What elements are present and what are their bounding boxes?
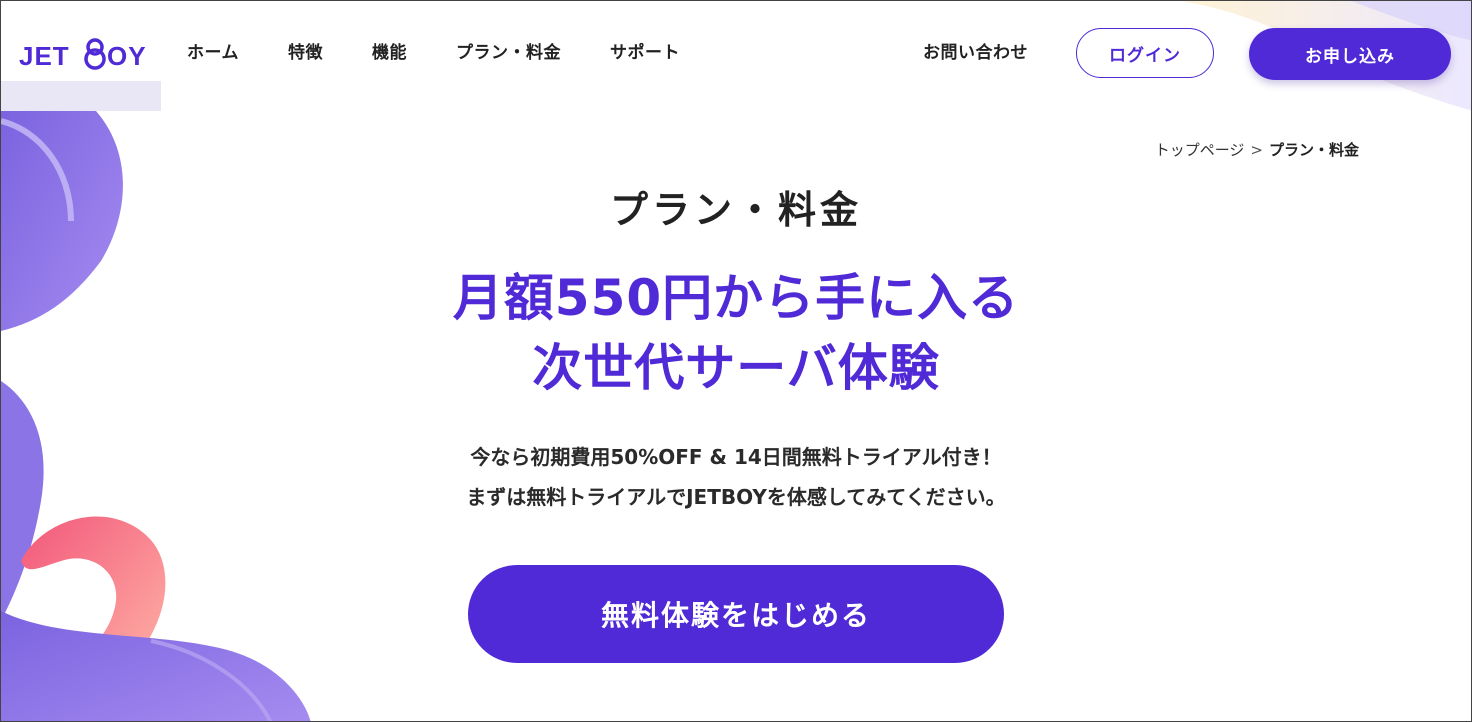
hero-headline-line1: 月額550円から手に入る xyxy=(452,269,1020,327)
apply-button[interactable]: お申し込み xyxy=(1249,28,1451,80)
login-button[interactable]: ログイン xyxy=(1076,28,1214,78)
jetboy-logo[interactable]: JET OY xyxy=(19,37,164,73)
hero-headline-line2: 次世代サーバ体験 xyxy=(532,339,940,397)
breadcrumb: トップページ > プラン・料金 xyxy=(1155,140,1359,160)
hero-headline: 月額550円から手に入る 次世代サーバ体験 xyxy=(1,263,1471,403)
nav-item-home[interactable]: ホーム xyxy=(187,41,239,65)
breadcrumb-home-link[interactable]: トップページ xyxy=(1155,141,1245,159)
site-header: JET OY ホーム 特徴 機能 プラン・料金 サポート お問い合わせ ログイン… xyxy=(1,1,1471,107)
nav-item-support[interactable]: サポート xyxy=(610,41,680,65)
nav-item-pricing[interactable]: プラン・料金 xyxy=(456,41,561,65)
svg-text:OY: OY xyxy=(107,41,147,71)
breadcrumb-separator: > xyxy=(1250,141,1263,159)
nav-item-features[interactable]: 特徴 xyxy=(288,41,323,65)
breadcrumb-current: プラン・料金 xyxy=(1268,141,1359,159)
contact-link[interactable]: お問い合わせ xyxy=(923,41,1028,65)
hero-subtext-line2: まずは無料トライアルでJETBOYを体感してみてください。 xyxy=(466,485,1006,509)
hero-subtext: 今なら初期費用50%OFF & 14日間無料トライアル付き！ まずは無料トライア… xyxy=(1,437,1471,517)
free-trial-button[interactable]: 無料体験をはじめる xyxy=(468,565,1004,663)
svg-text:JET: JET xyxy=(19,41,70,71)
page-frame: JET OY ホーム 特徴 機能 プラン・料金 サポート お問い合わせ ログイン… xyxy=(0,0,1472,722)
page-title: プラン・料金 xyxy=(609,188,862,232)
main-nav: ホーム 特徴 機能 プラン・料金 サポート xyxy=(187,41,729,65)
nav-item-functions[interactable]: 機能 xyxy=(372,41,407,65)
hero-subtext-line1: 今なら初期費用50%OFF & 14日間無料トライアル付き！ xyxy=(470,445,1002,469)
